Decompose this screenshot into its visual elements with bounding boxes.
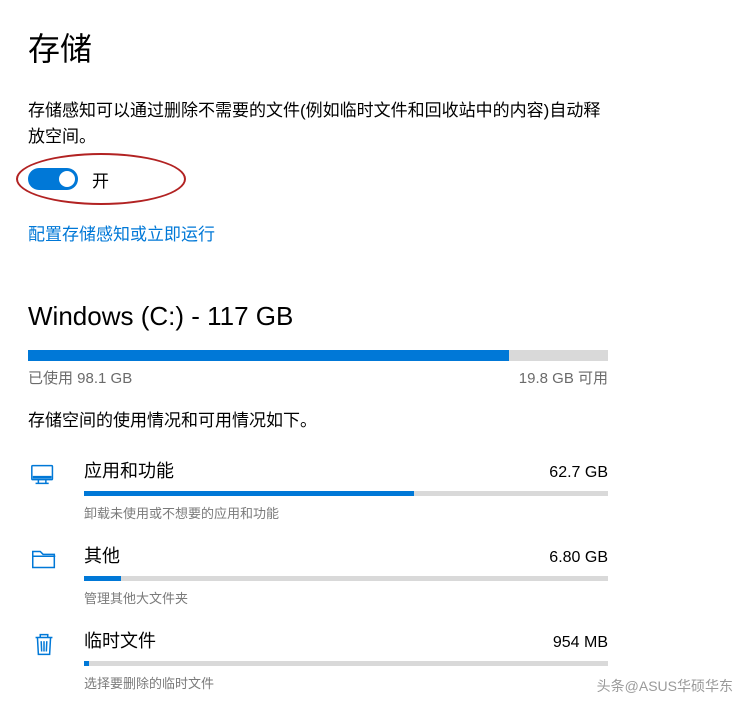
category-subtitle: 卸载未使用或不想要的应用和功能 (84, 503, 608, 522)
category-bar (84, 576, 608, 581)
storage-sense-toggle-row: 开 (28, 167, 725, 192)
toggle-label: 开 (92, 167, 109, 192)
category-body: 其他 6.80 GB 管理其他大文件夹 (84, 542, 608, 607)
category-size: 954 MB (553, 634, 608, 652)
category-bar-fill (84, 491, 414, 496)
category-name: 临时文件 (84, 627, 156, 653)
storage-sense-toggle[interactable] (28, 168, 78, 190)
category-body: 临时文件 954 MB 选择要删除的临时文件 (84, 627, 608, 692)
category-item[interactable]: 其他 6.80 GB 管理其他大文件夹 (28, 542, 608, 607)
drive-title: Windows (C:) - 117 GB (28, 301, 725, 332)
category-subtitle: 管理其他大文件夹 (84, 588, 608, 607)
trash-icon (28, 629, 60, 661)
drive-used-label: 已使用 98.1 GB (28, 367, 132, 388)
category-bar-fill (84, 661, 89, 666)
drive-usage-bar-used (28, 350, 509, 361)
toggle-knob (59, 171, 75, 187)
category-name: 其他 (84, 542, 120, 568)
category-size: 6.80 GB (549, 549, 608, 567)
category-bar (84, 491, 608, 496)
storage-sense-description: 存储感知可以通过删除不需要的文件(例如临时文件和回收站中的内容)自动释放空间。 (28, 98, 608, 151)
drive-usage-bar-free (509, 350, 608, 361)
category-bar (84, 661, 608, 666)
category-size: 62.7 GB (549, 464, 608, 482)
drive-usage-stats: 已使用 98.1 GB 19.8 GB 可用 (28, 367, 608, 388)
category-list: 应用和功能 62.7 GB 卸载未使用或不想要的应用和功能其他 6.80 GB 管理其他… (28, 457, 608, 692)
usage-description: 存储空间的使用情况和可用情况如下。 (28, 406, 725, 431)
category-subtitle: 选择要删除的临时文件 (84, 673, 608, 692)
watermark: 头条@ASUS华硕华东 (597, 676, 733, 696)
category-item[interactable]: 临时文件 954 MB 选择要删除的临时文件 (28, 627, 608, 692)
drive-usage-bar (28, 350, 608, 361)
drive-free-label: 19.8 GB 可用 (519, 367, 608, 388)
category-body: 应用和功能 62.7 GB 卸载未使用或不想要的应用和功能 (84, 457, 608, 522)
category-item[interactable]: 应用和功能 62.7 GB 卸载未使用或不想要的应用和功能 (28, 457, 608, 522)
folder-icon (28, 544, 60, 576)
category-bar-fill (84, 576, 121, 581)
apps-icon (28, 459, 60, 491)
page-title: 存储 (28, 24, 725, 70)
configure-storage-sense-link[interactable]: 配置存储感知或立即运行 (28, 220, 215, 245)
category-name: 应用和功能 (84, 457, 174, 483)
